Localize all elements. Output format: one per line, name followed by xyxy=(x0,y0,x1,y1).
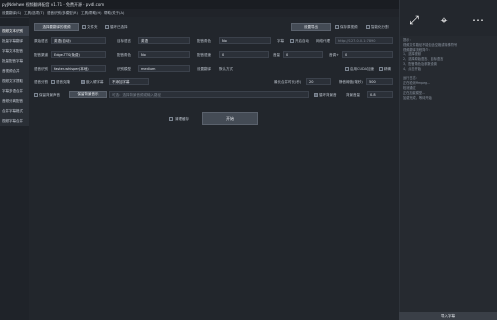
subtitle-embed-select[interactable]: 不添加字幕 xyxy=(109,78,149,85)
recog-select[interactable]: faster-whisper(本地) xyxy=(51,65,106,72)
subtitle-option: 开启自动 xyxy=(295,39,309,43)
log-text: 提示： 视频文件路径不能包含空格或特殊符号 视频翻译流程简介： 1、选择视频 2… xyxy=(403,38,458,100)
voice-role-label: 配音角色 xyxy=(117,53,131,57)
rate-label: 配音语速 xyxy=(197,53,211,57)
target-lang-label: 目标语言 xyxy=(117,39,131,43)
save-single-checkbox[interactable] xyxy=(335,25,339,29)
clear-cache-checkbox[interactable] xyxy=(169,117,173,121)
menu-utilities[interactable]: 工具/帮助(H) xyxy=(81,11,102,16)
subtitle-checkbox[interactable] xyxy=(290,39,294,43)
menu-recognition[interactable]: 语音识别/多模型(R) xyxy=(47,11,78,16)
target-lang-select[interactable]: 英语 xyxy=(138,37,190,44)
bg-volume-input[interactable]: 0.8 xyxy=(367,91,393,98)
bg-music-button[interactable]: 保留背景音乐 xyxy=(69,91,107,98)
save-single-label: 保存原视频 xyxy=(340,25,358,29)
model-select[interactable]: Edge-TTS(免费) xyxy=(51,51,106,58)
overlay-toolbar: ⤢ ⌖ ⋯ xyxy=(400,0,497,36)
window-title: pyJNdehwe 视频翻译配音 v1.71 · 免费开源 · pvdl.com xyxy=(2,2,105,7)
voice-label: 配音角色 xyxy=(197,39,211,43)
precise-checkbox[interactable] xyxy=(379,67,383,71)
main-panel: 选择要翻译的视频 文件夹 循环已选择 设置导出 保存原视频 智能化分割 原始语言… xyxy=(29,17,399,320)
menu-settings[interactable]: 设置翻译(S) xyxy=(2,11,21,16)
clear-cache-label: 清理缓存 xyxy=(175,117,189,121)
voice-clone-label: 语音克隆 xyxy=(56,80,70,84)
log-panel: ⤢ ⌖ ⋯ 提示： 视频文件路径不能包含空格或特殊符号 视频翻译流程简介： 1、… xyxy=(399,0,497,320)
loop-bg-checkbox[interactable] xyxy=(314,93,318,97)
proxy-input[interactable]: http://127.0.0.1:7890 xyxy=(335,37,393,44)
start-button[interactable]: 开始 xyxy=(202,112,258,125)
more-icon[interactable]: ⋯ xyxy=(470,12,486,28)
volume-input[interactable]: 0 xyxy=(283,51,323,58)
precise-label: 精确 xyxy=(384,67,391,71)
loop-selected-label: 循环已选择 xyxy=(110,25,128,29)
use-folder-label: 文件夹 xyxy=(87,25,98,29)
import-subtitle-button[interactable]: 导入字幕 xyxy=(399,312,497,320)
silence-input[interactable]: 500 xyxy=(366,78,393,85)
model-label: 配音渠道 xyxy=(34,53,48,57)
model-size-select[interactable]: medium xyxy=(138,65,190,72)
model-size-label: 识别模型 xyxy=(117,67,131,71)
proxy-label: 网络代理 xyxy=(316,39,330,43)
expand-icon[interactable]: ⤢ xyxy=(406,12,422,28)
source-lang-select[interactable]: 英语(自动) xyxy=(51,37,106,44)
bg-volume-label: 背景音量 xyxy=(346,93,360,97)
menu-tools[interactable]: 工具/选项(T) xyxy=(24,11,44,16)
subtitle-label: 字幕 xyxy=(277,39,284,43)
split-checkbox[interactable] xyxy=(51,80,55,84)
api-value: 默认方式 xyxy=(219,67,233,71)
menu-help[interactable]: 帮助/关于(A) xyxy=(104,11,124,16)
bg-path-input[interactable]: 可选：选择背景音频或输入路径 xyxy=(109,91,309,98)
sidebar: 视频文本识别 批量字幕翻译 字幕文本配音 批量配音字幕 音视频合并 视频文字提取… xyxy=(0,26,29,136)
loop-selected-checkbox[interactable] xyxy=(105,25,109,29)
cuda-checkbox[interactable] xyxy=(345,67,349,71)
api-label: 设置翻译 xyxy=(197,67,211,71)
keep-bg-checkbox[interactable] xyxy=(34,93,38,97)
smart-config-checkbox[interactable] xyxy=(366,25,370,29)
volume-label: 音量 xyxy=(273,53,280,57)
split-label: 语音分割 xyxy=(34,80,48,84)
voice-role-select[interactable]: No xyxy=(138,51,190,58)
recog-label: 语音识别 xyxy=(34,67,48,71)
silence-label: 静音阈值(毫秒) xyxy=(339,80,363,84)
loop-bg-label: 循环背景音 xyxy=(319,93,337,97)
subtitle-embed-label: 嵌入硬字幕 xyxy=(86,80,104,84)
sidebar-item-9[interactable]: 视频字幕合并 xyxy=(0,116,29,127)
select-video-button[interactable]: 选择要翻译的视频 xyxy=(34,23,79,31)
source-lang-label: 原始语言 xyxy=(34,39,48,43)
export-button[interactable]: 设置导出 xyxy=(291,23,331,31)
keep-bg-label: 保留背景声音 xyxy=(39,93,60,97)
voice-select[interactable]: No xyxy=(219,37,271,44)
max-duration-input[interactable]: 20 xyxy=(306,78,331,85)
smart-config-label: 智能化分割 xyxy=(371,25,389,29)
cuda-label: 启用CUDA加速 xyxy=(350,67,375,71)
rate-input[interactable]: 0 xyxy=(219,51,269,58)
pitch-label: 音调+ xyxy=(329,53,339,57)
use-folder-checkbox[interactable] xyxy=(82,25,86,29)
select-text-icon[interactable]: ⌖ xyxy=(436,12,452,28)
max-duration-label: 最长合并时长(秒) xyxy=(274,80,302,84)
subtitle-embed-checkbox[interactable] xyxy=(81,80,85,84)
pitch-input[interactable]: 0 xyxy=(342,51,393,58)
